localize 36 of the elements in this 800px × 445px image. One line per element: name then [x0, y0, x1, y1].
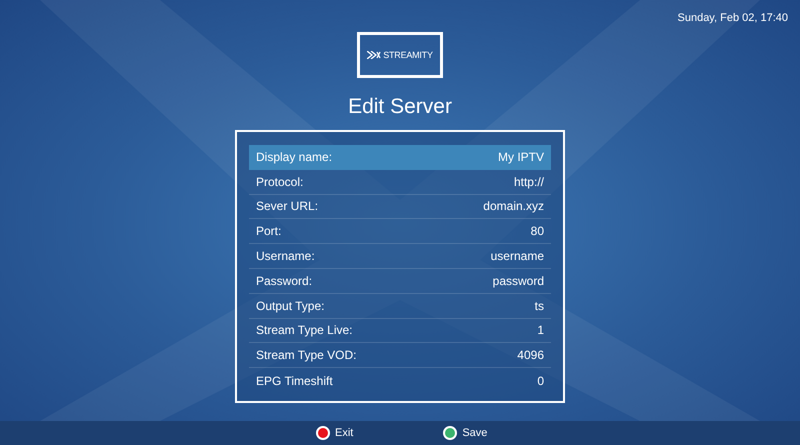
field-label: Username:: [256, 248, 315, 266]
field-label: Display name:: [256, 149, 332, 166]
date-time: Sunday, Feb 02, 17:40: [678, 11, 788, 25]
field-label: Stream Type Live:: [256, 322, 352, 340]
field-value: username: [490, 248, 544, 266]
field-label: Password:: [256, 272, 312, 290]
field-value: http://: [514, 174, 544, 191]
form-row[interactable]: Sever URL: domain.xyz: [249, 194, 551, 220]
field-value: 1: [537, 322, 544, 340]
form-row[interactable]: Stream Type VOD: 4096: [249, 343, 551, 368]
field-label: EPG Timeshift: [256, 372, 333, 390]
form-row[interactable]: EPG Timeshift 0: [249, 368, 551, 393]
form-row[interactable]: Display name: My IPTV: [249, 145, 551, 170]
field-label: Port:: [256, 223, 282, 240]
form-row[interactable]: Password: password: [249, 268, 551, 294]
field-value: My IPTV: [498, 149, 544, 166]
form-row[interactable]: Port: 80: [249, 219, 551, 244]
form-row[interactable]: Username: username: [249, 244, 551, 269]
field-value: domain.xyz: [483, 198, 544, 216]
footer-button[interactable]: Exit: [316, 424, 354, 442]
form-row[interactable]: Output Type: ts: [249, 294, 551, 319]
field-label: Sever URL:: [256, 198, 318, 216]
field-value: 80: [530, 223, 544, 240]
form-row[interactable]: Protocol: http://: [249, 170, 551, 195]
field-value: 0: [537, 372, 544, 390]
field-label: Stream Type VOD:: [256, 347, 356, 364]
form-row[interactable]: Stream Type Live: 1: [249, 318, 551, 344]
field-value: 4096: [517, 347, 544, 364]
field-label: Output Type:: [256, 298, 324, 315]
logo-mark-icon: [367, 51, 382, 59]
field-value: ts: [534, 298, 544, 315]
field-value: password: [492, 272, 544, 290]
footer-button[interactable]: Save: [443, 424, 488, 442]
logo-text: STREAMITY: [383, 50, 433, 60]
field-label: Protocol:: [256, 174, 304, 191]
page-title: Edit Server: [348, 94, 452, 120]
